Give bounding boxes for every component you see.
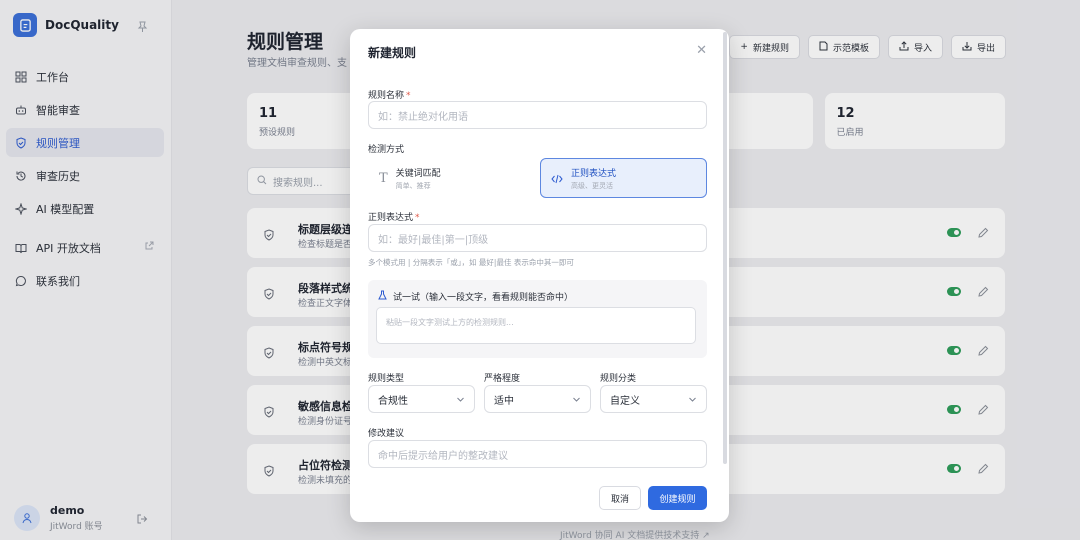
code-icon <box>551 169 563 188</box>
try-title: 试一试（输入一段文字，看看规则能否命中） <box>378 290 573 303</box>
dialog-title: 新建规则 <box>368 46 417 60</box>
suggestion-input[interactable]: 命中后提示给用户的整改建议 <box>368 440 707 468</box>
method-keyword-option[interactable]: T 关键词匹配 简单、推荐 <box>368 158 535 198</box>
method-regex-option[interactable]: 正则表达式 高级、更灵活 <box>540 158 707 198</box>
flask-icon <box>378 290 387 303</box>
regex-label: 正则表达式 * <box>368 213 420 223</box>
suggestion-label: 修改建议 <box>368 429 405 439</box>
new-rule-dialog: 新建规则 ✕ 规则名称 * 如：禁止绝对化用语 检测方式 T 关键词匹配 简单、推… <box>350 29 729 522</box>
chevron-down-icon <box>572 395 581 407</box>
rule-name-label: 规则名称 * <box>368 91 411 101</box>
severity-select[interactable]: 适中 <box>484 385 591 413</box>
create-rule-button[interactable]: 创建规则 <box>648 486 707 510</box>
rule-name-input[interactable]: 如：禁止绝对化用语 <box>368 101 707 129</box>
text-icon: T <box>379 170 388 186</box>
rule-type-select[interactable]: 合规性 <box>368 385 475 413</box>
dialog-scrollbar[interactable] <box>723 32 727 464</box>
rule-type-label: 规则类型 <box>368 374 405 384</box>
severity-label: 严格程度 <box>484 374 521 384</box>
try-text-input[interactable]: 粘贴一段文字测试上方的检测规则... <box>376 307 696 344</box>
category-select[interactable]: 自定义 <box>600 385 707 413</box>
method-label: 检测方式 <box>368 145 405 155</box>
regex-input[interactable]: 如：最好|最佳|第一|顶级 <box>368 224 707 252</box>
try-panel: 试一试（输入一段文字，看看规则能否命中） 粘贴一段文字测试上方的检测规则... <box>368 280 707 358</box>
category-label: 规则分类 <box>600 374 637 384</box>
regex-hint: 多个模式用 | 分隔表示「或」，如 最好|最佳 表示命中其一即可 <box>368 258 574 267</box>
cancel-button[interactable]: 取消 <box>599 486 641 510</box>
chevron-down-icon <box>688 395 697 407</box>
close-icon[interactable]: ✕ <box>696 43 707 58</box>
chevron-down-icon <box>456 395 465 407</box>
